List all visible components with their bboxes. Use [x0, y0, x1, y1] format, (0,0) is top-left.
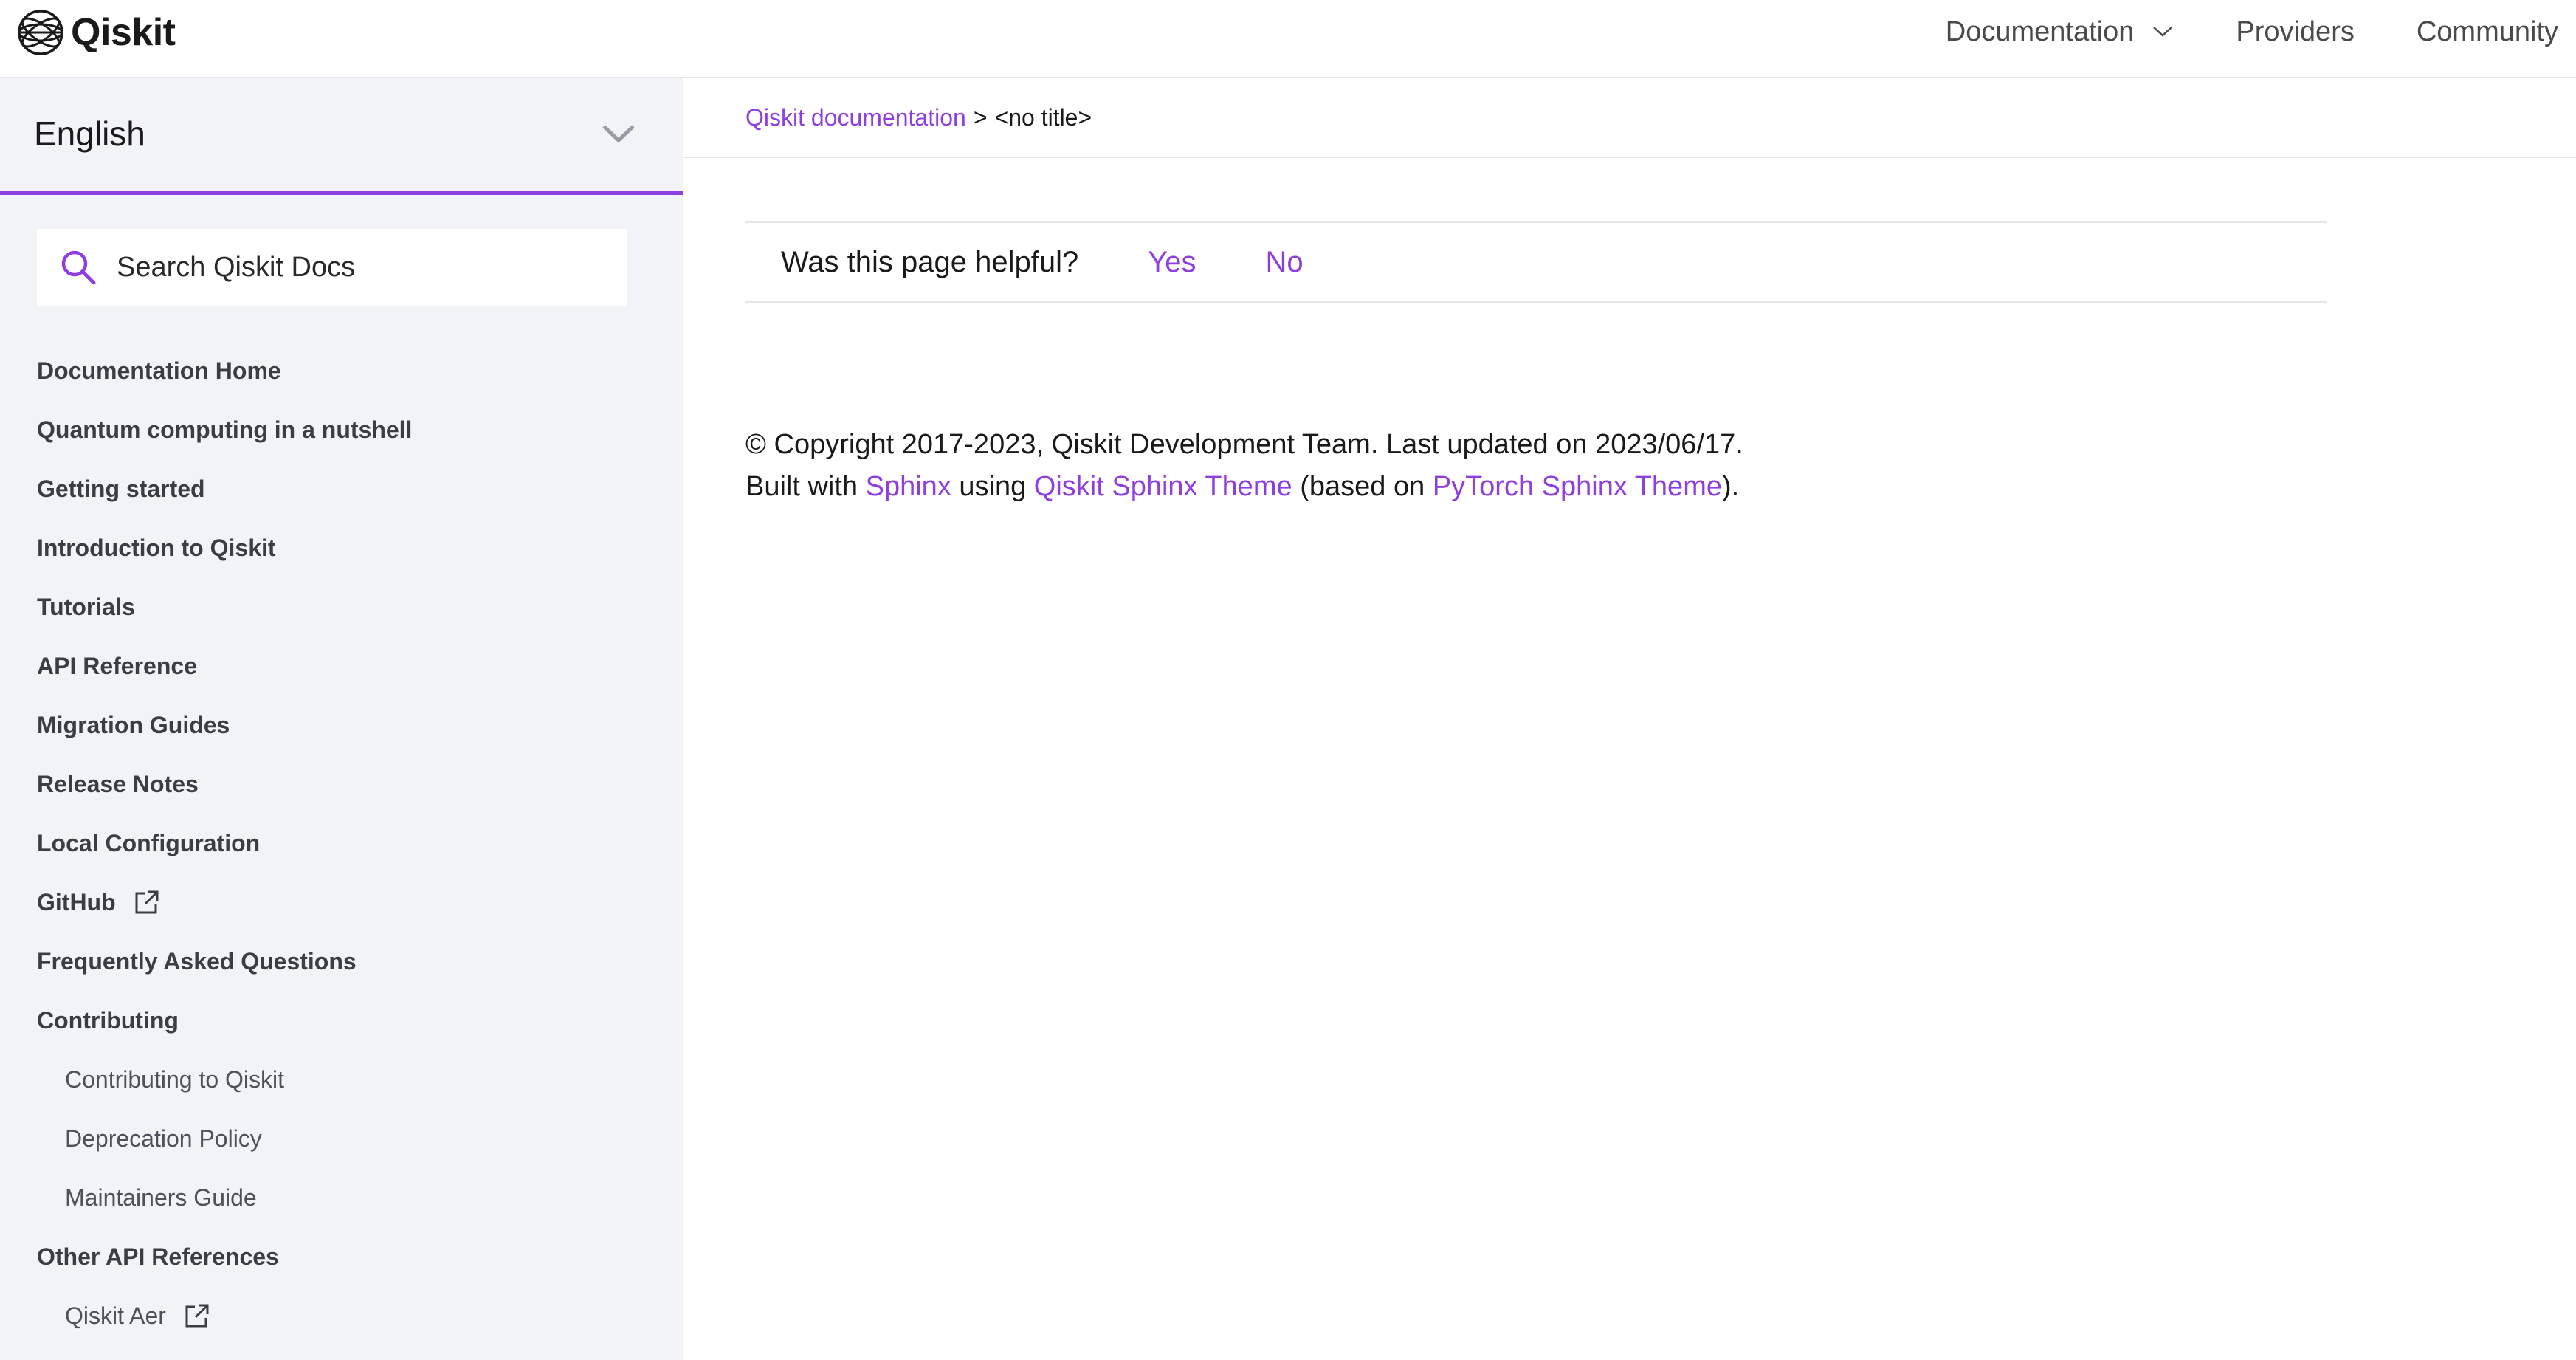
breadcrumb-root-link[interactable]: Qiskit documentation [745, 104, 966, 131]
sidebar: English Documentation Home Quantum compu… [0, 78, 683, 1360]
language-label: English [34, 114, 145, 153]
pytorch-sphinx-theme-link[interactable]: PyTorch Sphinx Theme [1433, 471, 1722, 502]
sidebar-item-label: Maintainers Guide [65, 1184, 257, 1211]
sidebar-item-label: API Reference [37, 652, 197, 679]
nav-providers-label: Providers [2236, 16, 2355, 47]
sidebar-item-label: Tutorials [37, 593, 135, 620]
qiskit-sphinx-theme-link[interactable]: Qiskit Sphinx Theme [1034, 471, 1292, 502]
footer: © Copyright 2017-2023, Qiskit Developmen… [745, 424, 1743, 508]
using-text: using [959, 471, 1027, 502]
sidebar-item-label: Contributing [37, 1006, 179, 1034]
chevron-down-icon [602, 125, 635, 143]
chevron-down-icon [2153, 27, 2173, 37]
sidebar-item-github[interactable]: GitHub [0, 873, 683, 932]
sidebar-item-label: Release Notes [37, 770, 199, 797]
sidebar-item-label: Local Configuration [37, 829, 261, 856]
sidebar-item-faq[interactable]: Frequently Asked Questions [0, 932, 683, 991]
sidebar-item-label: Quantum computing in a nutshell [37, 416, 413, 443]
built-with-line: Built with Sphinx using Qiskit Sphinx Th… [745, 466, 1743, 508]
sidebar-item-label: Contributing to Qiskit [65, 1065, 285, 1093]
external-link-icon [135, 890, 159, 914]
nav-documentation[interactable]: Documentation [1946, 16, 2174, 48]
sidebar-item-deprecation-policy[interactable]: Deprecation Policy [0, 1109, 683, 1168]
sidebar-item-migration-guides[interactable]: Migration Guides [0, 696, 683, 755]
sidebar-item-release-notes[interactable]: Release Notes [0, 755, 683, 814]
sidebar-item-label: Frequently Asked Questions [37, 947, 357, 975]
copyright-text: © Copyright 2017-2023, Qiskit Developmen… [745, 429, 1743, 460]
sidebar-item-tutorials[interactable]: Tutorials [0, 577, 683, 636]
sidebar-item-quantum-computing-nutshell[interactable]: Quantum computing in a nutshell [0, 400, 683, 459]
search-box[interactable] [37, 229, 627, 306]
sidebar-nav: Documentation Home Quantum computing in … [0, 341, 683, 1345]
external-link-icon [185, 1304, 209, 1328]
built-with-text: Built with [745, 471, 858, 502]
sidebar-item-label: Getting started [37, 475, 205, 502]
sidebar-item-label: Other API References [37, 1243, 279, 1270]
sidebar-item-qiskit-aer[interactable]: Qiskit Aer [0, 1286, 683, 1345]
nav-documentation-label: Documentation [1945, 16, 2135, 47]
breadcrumb-separator: > [973, 103, 988, 131]
nav-community[interactable]: Community [2417, 16, 2558, 48]
logo-text: Qiskit [71, 11, 176, 54]
sidebar-item-label: Documentation Home [37, 357, 281, 384]
breadcrumb-current: <no title> [994, 103, 1092, 131]
nav-community-label: Community [2416, 16, 2558, 47]
sidebar-item-label: Introduction to Qiskit [37, 534, 276, 561]
sidebar-item-other-api-references[interactable]: Other API References [0, 1227, 683, 1286]
sidebar-item-introduction[interactable]: Introduction to Qiskit [0, 518, 683, 577]
top-nav: Documentation Providers Community [1946, 0, 2576, 63]
language-selector[interactable]: English [0, 78, 683, 195]
top-header: Qiskit Documentation Providers Community [0, 0, 2576, 78]
search-icon [61, 250, 96, 285]
qiskit-logo-icon [18, 10, 63, 55]
sidebar-item-maintainers-guide[interactable]: Maintainers Guide [0, 1168, 683, 1227]
sphinx-link[interactable]: Sphinx [866, 471, 951, 502]
feedback-no-button[interactable]: No [1265, 246, 1303, 279]
sidebar-item-api-reference[interactable]: API Reference [0, 636, 683, 696]
sidebar-item-label: GitHub [37, 888, 116, 916]
sidebar-item-documentation-home[interactable]: Documentation Home [0, 341, 683, 400]
sidebar-item-contributing[interactable]: Contributing [0, 991, 683, 1050]
sidebar-item-label: Migration Guides [37, 711, 230, 738]
sidebar-item-label: Qiskit Aer [65, 1302, 166, 1329]
feedback-bar: Was this page helpful? Yes No [745, 221, 2327, 303]
search-input[interactable] [115, 250, 620, 284]
qiskit-logo[interactable]: Qiskit [16, 4, 176, 61]
feedback-question: Was this page helpful? [781, 245, 1079, 278]
breadcrumb: Qiskit documentation > <no title> [683, 78, 2576, 158]
sidebar-item-contributing-to-qiskit[interactable]: Contributing to Qiskit [0, 1050, 683, 1109]
sidebar-item-getting-started[interactable]: Getting started [0, 459, 683, 518]
based-on-text: (based on [1300, 471, 1425, 502]
sidebar-item-label: Deprecation Policy [65, 1124, 262, 1152]
nav-providers[interactable]: Providers [2236, 16, 2355, 48]
closing-text: ). [1721, 471, 1740, 502]
sidebar-item-local-configuration[interactable]: Local Configuration [0, 814, 683, 873]
feedback-yes-button[interactable]: Yes [1148, 246, 1196, 279]
